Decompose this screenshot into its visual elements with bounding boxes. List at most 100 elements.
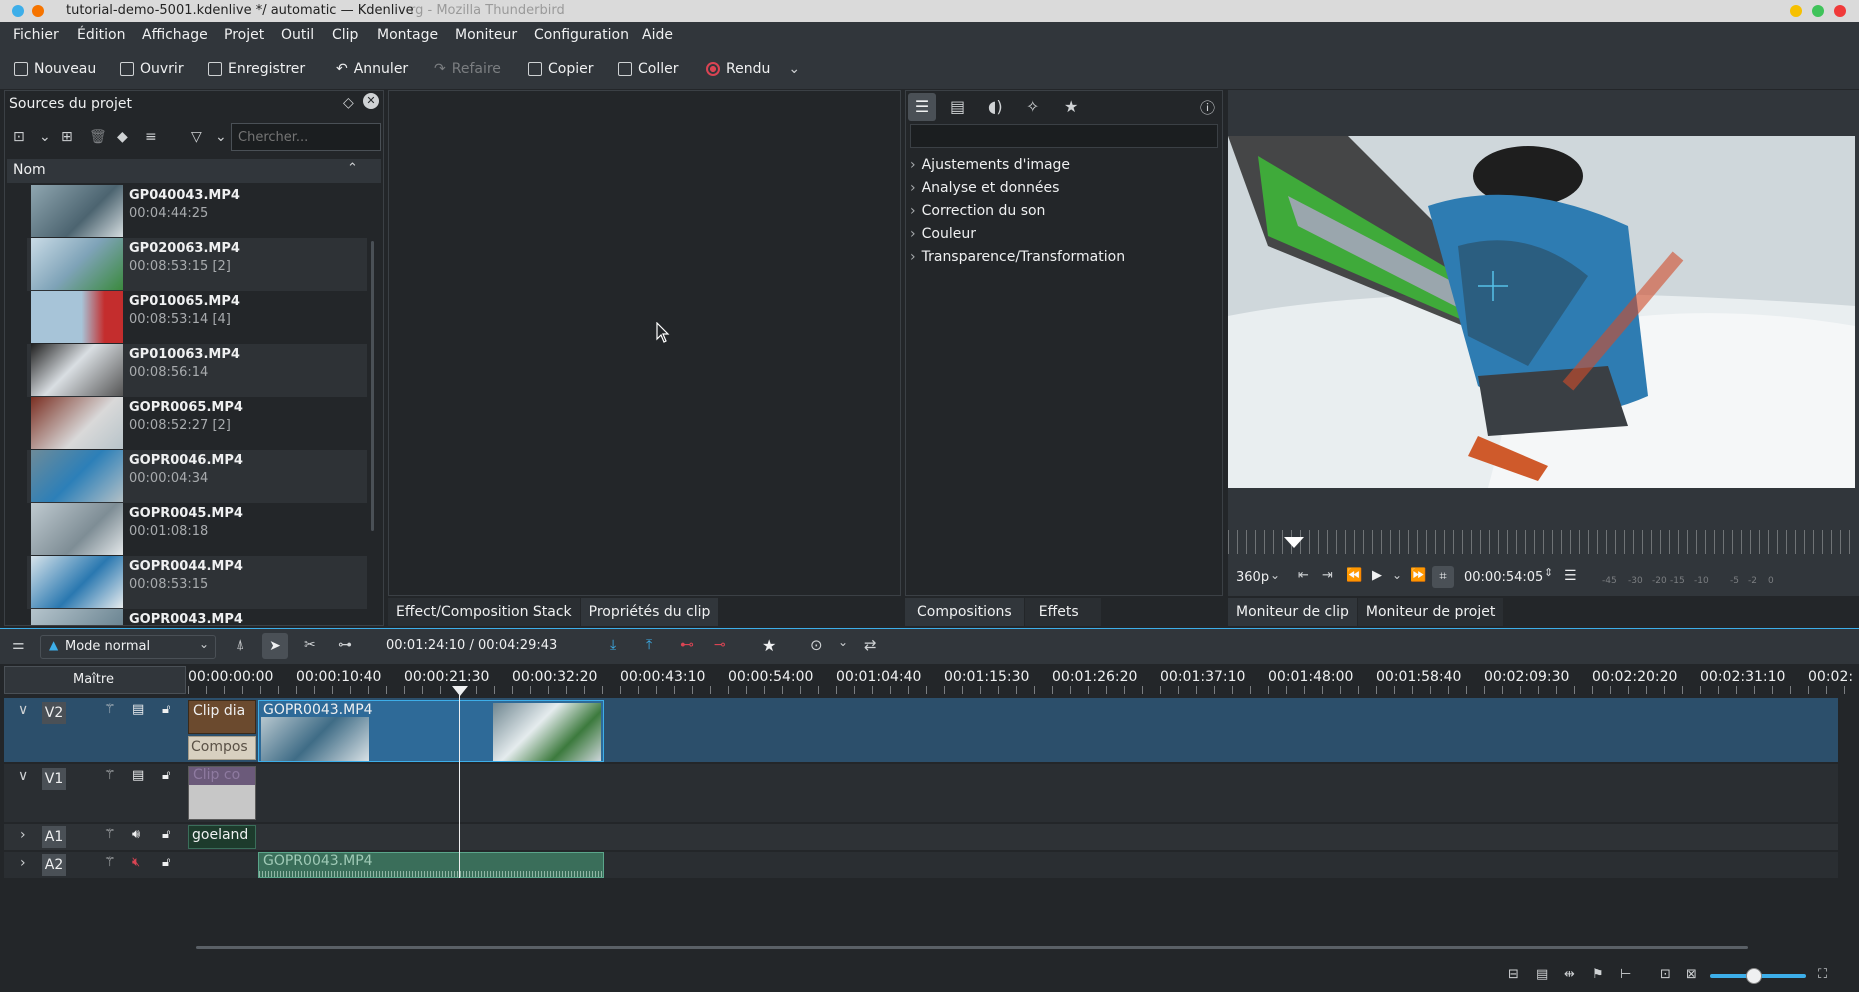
menu-projet[interactable]: Projet [224,27,264,43]
effect-category-analysis[interactable]: › Analyse et données [910,180,1059,196]
video-effects-icon[interactable]: ▤ [950,97,965,116]
list-view-icon[interactable]: ≡ [145,129,157,145]
spin-arrows-icon[interactable]: ⇕ [1544,566,1553,579]
save-button[interactable]: Enregistrer [208,58,305,80]
effects-search-input[interactable] [910,124,1218,148]
overwrite-icon[interactable]: ⤒ [646,637,652,653]
effect-category-audio[interactable]: › Correction du son [910,203,1045,219]
insert-icon[interactable]: ⤓ [610,637,616,653]
effects-toggle-icon[interactable]: ⚚ [104,855,116,870]
delete-icon[interactable]: 🗑 [89,129,107,145]
new-button[interactable]: Nouveau [14,58,96,80]
spacer-tool-icon[interactable]: ⍋ [236,637,244,653]
list-item[interactable]: GOPR0045.MP4 00:01:08:18 [27,503,367,556]
list-effects-icon[interactable]: ☰ [908,93,936,121]
menu-montage[interactable]: Montage [377,27,438,43]
tab-clip-monitor[interactable]: Moniteur de clip [1228,598,1358,626]
forward-icon[interactable]: ⏩ [1410,568,1426,583]
menu-aide[interactable]: Aide [642,27,673,43]
chevron-down-icon[interactable]: ⌄ [788,61,800,77]
lock-icon[interactable]: 🔓︎ [162,855,170,870]
extract-icon[interactable]: ⊸ [714,637,726,653]
copy-button[interactable]: Copier [528,58,594,80]
tab-compositions[interactable]: Compositions [905,598,1025,626]
tag-icon[interactable]: ◆ [117,129,128,145]
monitor-ruler[interactable] [1228,530,1855,554]
info-icon[interactable]: ⓘ [1200,97,1215,118]
scrollbar[interactable] [371,241,374,531]
effects-toggle-icon[interactable]: ⚚ [104,768,116,783]
timeline-scrollbar[interactable] [196,946,1748,949]
lift-icon[interactable]: ⊷ [680,637,694,653]
composition-v2[interactable]: Compos [188,736,256,760]
set-in-point-icon[interactable]: ⇤ [1298,568,1309,583]
master-track-button[interactable]: Maître [4,666,186,694]
effect-category-image[interactable]: › Ajustements d'image [910,157,1070,173]
audio-effects-icon[interactable]: ◖) [988,97,1003,116]
tab-effects[interactable]: Effets [1024,598,1102,626]
list-item[interactable]: GOPR0044.MP4 00:08:53:15 [27,556,367,609]
tab-effect-stack[interactable]: Effect/Composition Stack [388,598,581,626]
effect-category-color[interactable]: › Couleur [910,226,976,242]
lock-icon[interactable]: 🔓︎ [162,827,170,842]
slip-tool-icon[interactable]: ⊶ [338,637,352,653]
zoom-in-icon[interactable]: ⛶ [1818,967,1827,982]
playhead-marker-icon[interactable] [452,686,468,696]
menu-configuration[interactable]: Configuration [534,27,629,43]
list-item[interactable]: GOPR0046.MP4 00:00:04:34 [27,450,367,503]
menu-outil[interactable]: Outil [281,27,314,43]
clip-v2-gopr0043[interactable]: GOPR0043.MP4 [258,700,604,762]
track-name-v2[interactable]: V2 [42,702,66,724]
expand-icon[interactable]: › [20,827,26,843]
video-toggle-icon[interactable]: ▤ [132,702,144,717]
resolution-selector[interactable]: 360p [1236,570,1269,585]
record-audio-icon[interactable]: ⊙ [810,636,823,654]
maximize-icon[interactable] [1812,5,1824,17]
paste-button[interactable]: Coller [618,58,679,80]
track-v1[interactable] [4,764,1838,822]
clip-a2-gopr0043[interactable]: GOPR0043.MP4 [258,852,604,878]
window-pin-icon[interactable] [32,5,44,17]
effect-category-transform[interactable]: › Transparence/Transformation [910,249,1125,265]
track-name-a2[interactable]: A2 [42,854,66,876]
tab-clip-properties[interactable]: Propriétés du clip [580,598,720,626]
track-a1[interactable] [4,824,1838,850]
menu-fichier[interactable]: Fichier [13,27,59,43]
chevron-down-icon[interactable]: ⌄ [1270,568,1280,582]
list-item[interactable]: GP020063.MP4 00:08:53:15 [2] [27,238,367,291]
monitor-timecode[interactable]: 00:00:54:05 [1464,570,1543,585]
add-folder-icon[interactable]: ⊞ [61,129,73,145]
speaker-muted-icon[interactable]: 🔇︎ [132,855,140,870]
effects-toggle-icon[interactable]: ⚚ [104,702,116,717]
zoom-slider-handle[interactable] [1746,968,1762,984]
chevron-down-icon[interactable]: ⌄ [215,129,227,145]
play-icon[interactable]: ▶ [1372,568,1382,583]
favorite-icon[interactable]: ★ [762,636,776,655]
mixer-icon[interactable]: ⇄ [864,636,877,654]
collapse-icon[interactable]: ∨ [18,702,28,718]
zoom-out-icon[interactable]: ⊠ [1686,967,1697,982]
rewind-icon[interactable]: ⏪ [1346,568,1362,583]
chevron-down-icon[interactable]: ⌄ [1392,568,1402,582]
render-button[interactable]: Rendu ⌄ [706,58,800,80]
list-item[interactable]: GP040043.MP4 00:04:44:25 [27,185,367,238]
list-item[interactable]: GOPR0065.MP4 00:08:52:27 [2] [27,397,367,450]
undo-button[interactable]: ↶ Annuler [336,58,408,80]
chevron-down-icon[interactable]: ⌄ [39,129,51,145]
select-tool-icon[interactable]: ➤ [262,633,288,659]
clip-v1[interactable]: Clip co [188,766,256,820]
track-name-v1[interactable]: V1 [42,768,66,790]
tab-project-monitor[interactable]: Moniteur de projet [1357,598,1505,626]
snap-icon[interactable]: ⇹ [1564,967,1575,982]
playhead-marker-icon[interactable] [1284,537,1304,548]
lock-icon[interactable]: 🔓︎ [162,768,170,783]
markers-icon[interactable]: ⚑ [1592,967,1604,982]
filter-icon[interactable]: ▽ [191,129,202,145]
effects-toggle-icon[interactable]: ⚚ [104,827,116,842]
custom-effects-icon[interactable]: ✧ [1026,97,1039,116]
track-name-a1[interactable]: A1 [42,826,66,848]
video-toggle-icon[interactable]: ▤ [132,768,144,783]
split-audio-icon[interactable]: ⊢ [1620,967,1631,982]
crop-icon[interactable]: ⌗ [1432,566,1454,588]
video-thumbs-icon[interactable]: ▤ [1536,967,1548,982]
